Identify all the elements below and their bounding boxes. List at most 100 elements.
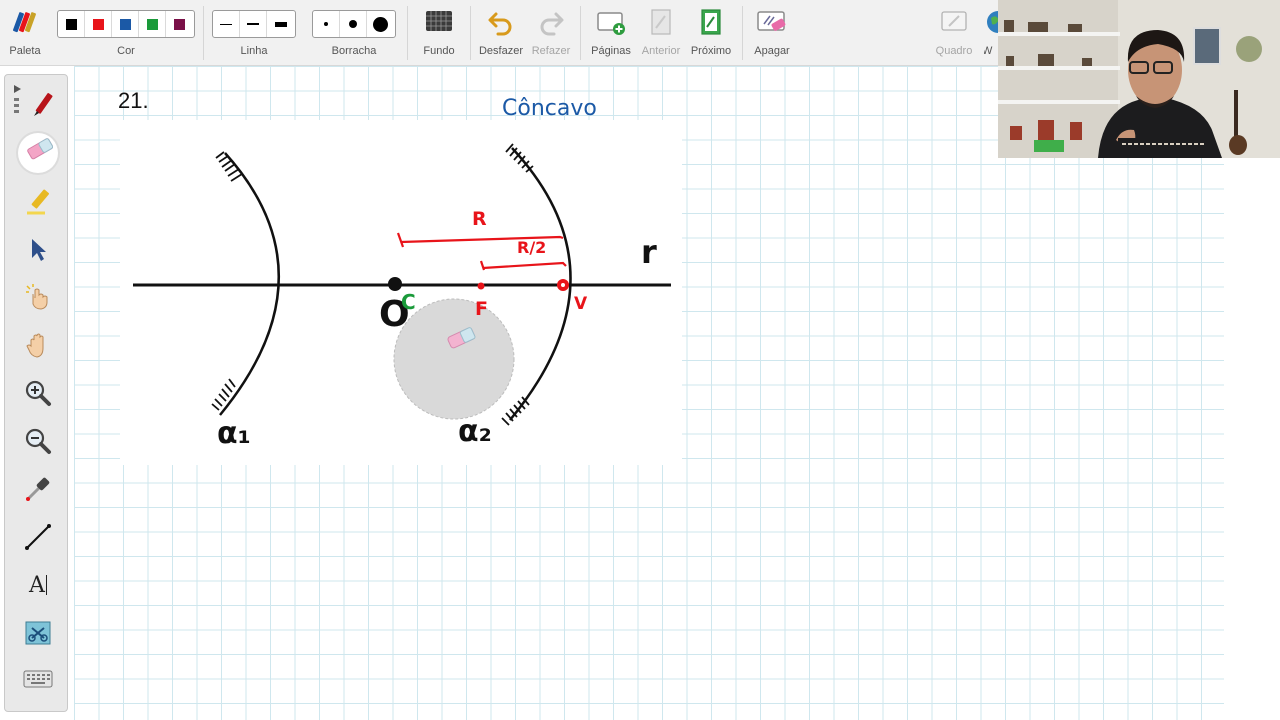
line-icon	[25, 524, 51, 550]
color-purple-swatch[interactable]	[166, 11, 193, 37]
pointer-icon	[32, 239, 46, 261]
focus-point	[477, 282, 485, 290]
color-group: Cor	[56, 0, 196, 66]
pen-icon	[34, 93, 53, 116]
quadro-label: Quadro	[935, 45, 973, 57]
keyboard-icon	[23, 670, 53, 688]
mirror-alpha1-hatching	[211, 151, 243, 411]
line-medium-option[interactable]	[240, 11, 267, 37]
apagar-button[interactable]: Apagar	[748, 0, 796, 66]
toolbar-divider	[470, 6, 471, 60]
eraser-small-option[interactable]	[313, 11, 340, 37]
fundo-label: Fundo	[423, 45, 455, 57]
paginas-button[interactable]: Páginas	[586, 0, 636, 66]
proximo-button[interactable]: Próximo	[686, 0, 736, 66]
line-thick-option[interactable]	[267, 11, 294, 37]
canvas-margin	[1224, 158, 1280, 720]
next-page-icon	[701, 9, 721, 35]
axis-label-r: r	[641, 233, 657, 271]
eraser-medium-option[interactable]	[340, 11, 367, 37]
vertex-point-center	[561, 283, 565, 287]
desfazer-button[interactable]: Desfazer	[474, 0, 528, 66]
zoom-in-icon	[25, 380, 51, 406]
touch-tool[interactable]	[18, 277, 58, 317]
eraser-cursor-area	[393, 298, 515, 420]
screenshot-icon	[25, 621, 51, 645]
palette-pens-icon	[12, 12, 36, 33]
handwritten-R-half: R/2	[517, 238, 547, 257]
web-button[interactable]: W	[984, 0, 998, 66]
previous-page-icon	[651, 9, 671, 35]
handwritten-title: Côncavo	[502, 96, 597, 121]
color-picker-icon	[26, 477, 50, 501]
refazer-button[interactable]: Refazer	[528, 0, 574, 66]
mirror-label-alpha1: α₁	[217, 416, 251, 451]
center-point-O	[388, 277, 402, 291]
zoom-in-tool[interactable]	[18, 373, 58, 413]
globe-icon	[987, 11, 998, 33]
toolbar-divider	[580, 6, 581, 60]
pen-tool[interactable]	[23, 85, 63, 125]
fundo-button[interactable]: Fundo	[413, 0, 465, 66]
eraser-large-option[interactable]	[367, 11, 394, 37]
handwritten-F: F	[475, 298, 488, 320]
pan-tool[interactable]	[18, 325, 58, 365]
question-number: 21.	[118, 88, 149, 113]
handwritten-C: C	[401, 290, 416, 314]
line-thin-option[interactable]	[213, 11, 240, 37]
anterior-button[interactable]: Anterior	[636, 0, 686, 66]
eraser-size-options	[312, 10, 396, 38]
color-picker-tool[interactable]	[18, 469, 58, 509]
refazer-label: Refazer	[531, 45, 571, 57]
eraser-icon	[27, 138, 53, 160]
hand-icon	[26, 333, 44, 358]
quadro-button[interactable]: Quadro	[928, 0, 980, 66]
line-width-options	[212, 10, 296, 38]
eraser-size-group: Borracha	[311, 0, 397, 66]
desfazer-label: Desfazer	[478, 45, 524, 57]
mirror-label-alpha2: α₂	[458, 414, 492, 449]
color-swatches	[57, 10, 195, 38]
zoom-out-tool[interactable]	[18, 421, 58, 461]
line-width-group: Linha	[211, 0, 297, 66]
tool-palette: A	[4, 74, 68, 712]
background-grid-icon	[426, 11, 452, 31]
screenshot-tool[interactable]	[18, 613, 58, 653]
text-tool[interactable]: A	[18, 565, 58, 605]
paginas-label: Páginas	[591, 45, 631, 57]
undo-icon	[488, 12, 512, 36]
highlighter-icon	[27, 189, 50, 215]
webcam-overlay	[998, 0, 1280, 158]
web-label: W	[984, 45, 993, 57]
color-blue-swatch[interactable]	[112, 11, 139, 37]
add-page-icon	[597, 12, 625, 35]
paleta-label: Paleta	[9, 45, 41, 57]
handwritten-title-text: Côncavo	[502, 96, 597, 121]
cor-label: Cor	[117, 45, 135, 57]
select-tool[interactable]	[18, 229, 58, 269]
color-black-swatch[interactable]	[58, 11, 85, 37]
proximo-label: Próximo	[690, 45, 732, 57]
highlighter-tool[interactable]	[18, 181, 58, 221]
text-cursor-icon	[45, 575, 47, 595]
paleta-button[interactable]: Paleta	[0, 0, 50, 66]
touch-icon	[26, 284, 48, 310]
anterior-label: Anterior	[641, 45, 681, 57]
color-red-swatch[interactable]	[85, 11, 112, 37]
color-green-swatch[interactable]	[139, 11, 166, 37]
toolbar-divider	[203, 6, 204, 60]
zoom-out-icon	[25, 428, 51, 454]
line-tool[interactable]	[18, 517, 58, 557]
clear-board-icon	[757, 11, 786, 31]
toolbar-divider	[742, 6, 743, 60]
keyboard-tool[interactable]	[18, 659, 58, 699]
handwritten-R: R	[472, 208, 487, 230]
redo-icon	[540, 12, 564, 36]
board-icon	[941, 11, 967, 31]
text-icon: A	[29, 572, 45, 598]
borracha-label: Borracha	[331, 45, 377, 57]
linha-label: Linha	[240, 45, 268, 57]
toolbar-divider	[407, 6, 408, 60]
handwritten-V: V	[574, 294, 588, 314]
eraser-tool[interactable]	[18, 133, 58, 173]
